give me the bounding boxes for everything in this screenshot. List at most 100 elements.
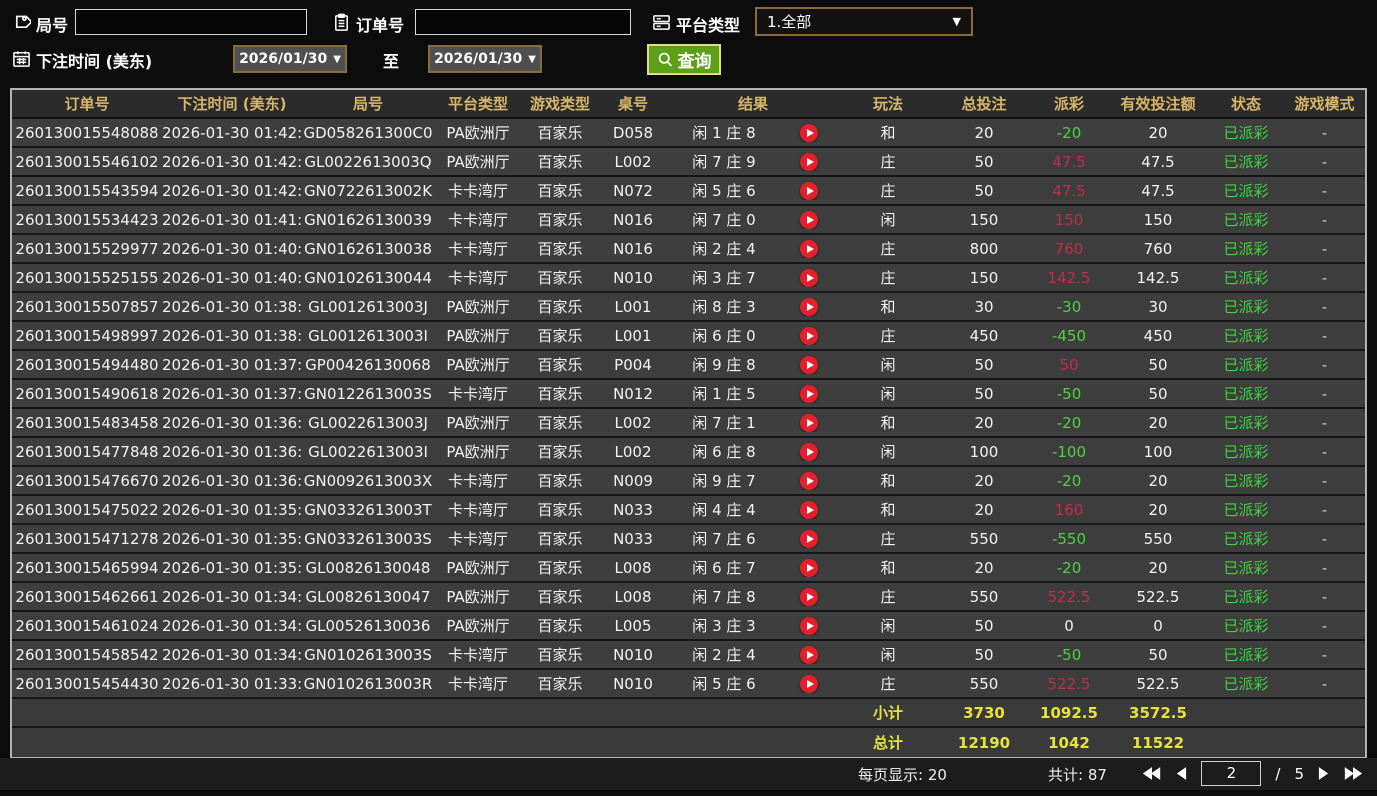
play-video-icon[interactable] [800,471,818,490]
cell-wager: 庄 [880,153,896,171]
cell-order-no: 260130015458542 [15,645,159,664]
platform-type-select[interactable]: 1.全部 ▼ [755,7,973,36]
last-page-button[interactable] [1343,766,1363,781]
first-page-button[interactable] [1142,766,1162,781]
order-no-input[interactable] [415,9,631,35]
play-video-icon[interactable] [800,384,818,403]
cell-result: 闲 2 庄 4 [692,646,756,664]
table-row[interactable]: 2601300154906182026-01-30 01:37:26GN0122… [12,380,1365,409]
cell-payout: -50 [1056,645,1082,664]
prev-page-button[interactable] [1176,766,1187,781]
cell-wager: 和 [880,124,896,142]
table-row[interactable]: 2601300154585422026-01-30 01:34:23GN0102… [12,641,1365,670]
cell-payout: 522.5 [1047,674,1091,693]
cell-game-mode: - [1321,355,1328,374]
table-row[interactable]: 2601300155461022026-01-30 01:42:16GL0022… [12,148,1365,177]
cell-total-bet: 50 [974,645,994,664]
cell-total-bet: 20 [974,500,994,519]
cell-order-no: 260130015525155 [15,268,159,287]
cell-payout: -20 [1056,123,1082,142]
cell-result: 闲 8 庄 3 [692,298,756,316]
play-video-icon[interactable] [800,616,818,635]
cell-round-no: GL0022613003Q [304,152,432,171]
date-from-picker[interactable]: 2026/01/30 ▼ [233,45,347,73]
play-video-icon[interactable] [800,413,818,432]
cell-play [780,616,838,635]
cell-table-no: N033 [613,529,653,548]
table-row[interactable]: 2601300155299772026-01-30 01:40:49GN0162… [12,235,1365,264]
cell-status: 已派彩 [1223,530,1269,548]
cell-table-no: L002 [614,152,652,171]
cell-status: 已派彩 [1223,617,1269,635]
cell-game-type: 百家乐 [537,675,583,693]
table-row[interactable]: 2601300154944802026-01-30 01:37:45GP0042… [12,351,1365,380]
cell-valid-bet: 50 [1148,384,1168,403]
play-video-icon[interactable] [800,297,818,316]
cell-bet-time: 2026-01-30 01:38:07 [162,326,302,345]
cell-game-type: 百家乐 [537,124,583,142]
play-video-icon[interactable] [800,268,818,287]
table-row[interactable]: 2601300154750222026-01-30 01:35:59GN0332… [12,496,1365,525]
cell-platform: 卡卡湾厅 [447,240,508,258]
table-row[interactable]: 2601300154778482026-01-30 01:36:13 GL0022… [12,438,1365,467]
cell-play [780,355,838,374]
play-video-icon[interactable] [800,558,818,577]
play-video-icon[interactable] [800,645,818,664]
table-row[interactable]: 2601300155078572026-01-30 01:38:52 GL0012… [12,293,1365,322]
cell-valid-bet: 50 [1148,355,1168,374]
table-row[interactable]: 2601300155435942026-01-30 01:42:03GN0722… [12,177,1365,206]
table-row[interactable]: 2601300154659942026-01-30 01:35:09GL0082… [12,554,1365,583]
cell-bet-time: 2026-01-30 01:37:45 [162,355,302,374]
table-row[interactable]: 2601300155251552026-01-30 01:40:23GN0102… [12,264,1365,293]
round-no-input[interactable] [75,9,307,35]
cell-game-mode: - [1321,674,1328,693]
search-button[interactable]: 查询 [647,44,721,75]
cell-game-mode: - [1321,181,1328,200]
cell-game-mode: - [1321,616,1328,635]
play-video-icon[interactable] [800,674,818,693]
play-video-icon[interactable] [800,152,818,171]
play-video-icon[interactable] [800,239,818,258]
cell-wager: 闲 [880,211,896,229]
table-row[interactable]: 2601300154834582026-01-30 01:36:44 GL0022… [12,409,1365,438]
next-page-button[interactable] [1318,766,1329,781]
cell-result: 闲 6 庄 7 [692,559,756,577]
play-video-icon[interactable] [800,355,818,374]
table-row[interactable]: 2601300155480882026-01-30 01:42:28GD0582… [12,119,1365,148]
date-to-picker[interactable]: 2026/01/30 ▼ [428,45,542,73]
table-row[interactable]: 2601300154989972026-01-30 01:38:07 GL0012… [12,322,1365,351]
cell-round-no: GN01626130039 [304,210,432,229]
play-video-icon[interactable] [800,529,818,548]
page-number-input[interactable]: 2 [1201,761,1262,786]
cell-wager: 庄 [880,675,896,693]
cell-game-type: 百家乐 [537,327,583,345]
play-video-icon[interactable] [800,181,818,200]
table-row[interactable]: 2601300154712782026-01-30 01:35:38GN0332… [12,525,1365,554]
play-video-icon[interactable] [800,326,818,345]
play-video-icon[interactable] [800,442,818,461]
platform-type-label: 平台类型 [676,16,741,35]
table-row[interactable]: 2601300154610242026-01-30 01:34:37GL0052… [12,612,1365,641]
cell-result: 闲 5 庄 6 [692,675,756,693]
table-row[interactable]: 2601300154766702026-01-30 01:36:08GN0092… [12,467,1365,496]
play-video-icon[interactable] [800,500,818,519]
table-row[interactable]: 2601300154626612026-01-30 01:34:48GL0082… [12,583,1365,612]
cell-wager: 闲 [880,356,896,374]
play-video-icon[interactable] [800,587,818,606]
cell-status: 已派彩 [1223,327,1269,345]
cell-round-no: GN01026130044 [304,268,432,287]
cell-result: 闲 2 庄 4 [692,240,756,258]
table-row[interactable]: 2601300154544302026-01-30 01:33:59GN0102… [12,670,1365,699]
cell-game-mode: - [1321,558,1328,577]
cell-platform: 卡卡湾厅 [447,501,508,519]
cell-status: 已派彩 [1223,675,1269,693]
cell-table-no: N016 [613,210,653,229]
play-video-icon[interactable] [800,210,818,229]
table-row[interactable]: 2601300155344232026-01-30 01:41:14GN0162… [12,206,1365,235]
play-video-icon[interactable] [800,123,818,142]
cell-platform: PA欧洲厅 [446,298,510,316]
cell-round-no: GL00826130047 [305,587,431,606]
cell-payout: 142.5 [1047,268,1091,287]
chevron-down-icon: ▼ [333,53,341,65]
cell-valid-bet: 522.5 [1136,674,1180,693]
